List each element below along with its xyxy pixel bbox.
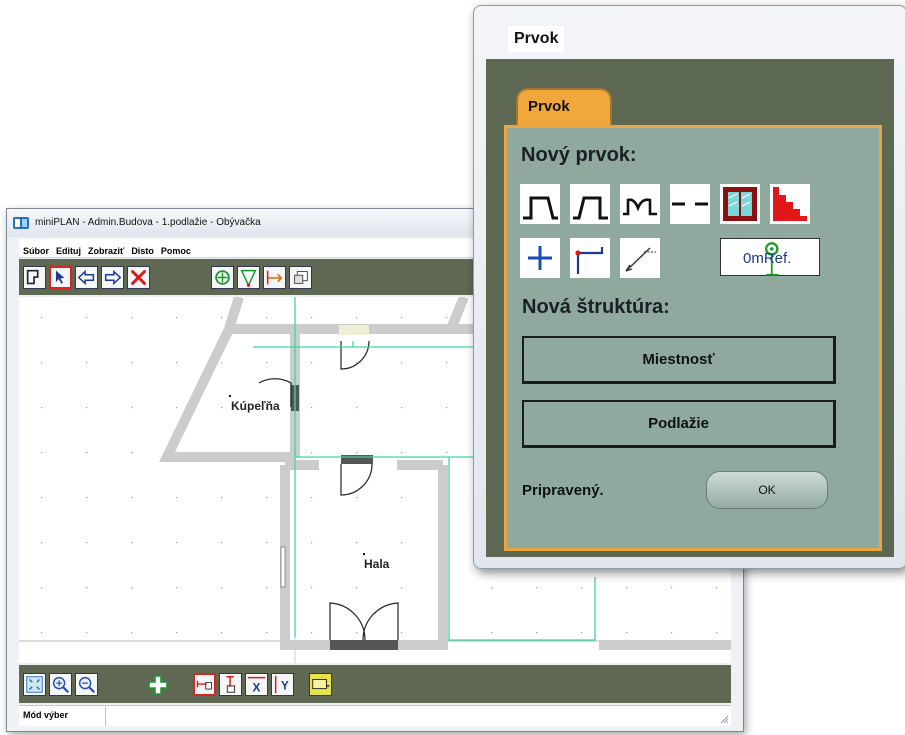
wall-corner-icon	[575, 247, 604, 274]
axis-y-button[interactable]: Y	[271, 673, 294, 696]
dimension-h-button[interactable]	[193, 673, 216, 696]
target-button[interactable]	[211, 266, 234, 289]
target-icon	[215, 270, 230, 285]
properties-button[interactable]	[289, 266, 312, 289]
status-separator	[105, 706, 106, 726]
dialog-title: Prvok	[508, 26, 565, 52]
redo-button[interactable]	[101, 266, 124, 289]
status-text: Mód výber	[23, 710, 69, 720]
axis-y-icon: Y	[274, 675, 289, 694]
app-logo-icon	[13, 217, 29, 229]
stairs-icon	[773, 187, 807, 221]
menu-zobrazit[interactable]: Zobraziť	[88, 242, 124, 260]
ok-button[interactable]: OK	[706, 471, 828, 509]
window-button[interactable]	[720, 184, 760, 224]
axis-x-button[interactable]: X	[245, 673, 268, 696]
triangle-button[interactable]	[237, 266, 260, 289]
tape-measure-icon	[312, 679, 330, 690]
dialog-status: Pripravený.	[522, 482, 604, 499]
window-title: miniPLAN - Admin.Budova - 1.podlažie - O…	[35, 217, 261, 228]
new-element-heading: Nový prvok:	[521, 144, 637, 166]
door-icon	[523, 196, 558, 220]
select-button[interactable]	[49, 266, 72, 289]
bottom-toolbar: X Y	[19, 665, 731, 703]
room-label-kupelna[interactable]: Kúpeľňa	[231, 399, 280, 413]
properties-icon	[294, 271, 308, 284]
triangle-icon	[240, 269, 257, 287]
room-button[interactable]: Miestnosť	[522, 336, 836, 384]
prvok-dialog: Prvok Prvok Nový prvok: 0mRef. Nová štru…	[473, 5, 905, 569]
window-icon	[723, 187, 757, 221]
room-label-hala[interactable]: Hala	[364, 557, 389, 571]
status-bar: Mód výber	[19, 705, 731, 726]
room-marker-kupelna	[229, 395, 231, 397]
new-structure-heading: Nová štruktúra:	[522, 296, 670, 318]
double-door-button[interactable]	[620, 184, 660, 224]
zoom-fit-button[interactable]	[23, 673, 46, 696]
menu-pomoc[interactable]: Pomoc	[161, 242, 191, 260]
arrow-left-icon	[77, 269, 95, 286]
add-icon[interactable]	[147, 674, 169, 696]
measure-icon	[266, 270, 283, 285]
tab-prvok[interactable]: Prvok	[516, 88, 612, 126]
floor-button[interactable]: Podlažie	[522, 400, 836, 448]
menu-disto[interactable]: Disto	[131, 242, 154, 260]
opening-button[interactable]	[670, 184, 710, 224]
measure-button[interactable]	[263, 266, 286, 289]
new-object-icon	[26, 269, 39, 285]
dimension-v-button[interactable]	[219, 673, 242, 696]
zoom-out-button[interactable]	[75, 673, 98, 696]
double-door-icon	[623, 198, 657, 216]
dimension-line-button[interactable]	[620, 238, 660, 278]
stairs-button[interactable]	[770, 184, 810, 224]
tab-panel-prvok: Nový prvok: 0mRef. Nová štruktúra: Miest…	[504, 125, 882, 551]
axis-x-icon: X	[247, 676, 266, 694]
zoom-out-icon	[78, 676, 96, 694]
delete-button[interactable]	[127, 266, 150, 289]
dialog-body: Prvok Nový prvok: 0mRef. Nová štruktúra:…	[486, 59, 894, 557]
axis-y-label: Y	[281, 679, 289, 693]
zoom-fit-icon	[26, 676, 43, 693]
arrow-right-icon	[104, 269, 122, 286]
point-button[interactable]	[520, 238, 560, 278]
menu-subor[interactable]: Súbor	[23, 242, 49, 260]
menu-edituj[interactable]: Edituj	[56, 242, 81, 260]
room-marker-hala	[363, 553, 365, 555]
zoom-in-icon	[52, 676, 70, 694]
reference-button[interactable]: 0mRef.	[720, 238, 820, 276]
dimension-line-icon	[625, 247, 656, 272]
reference-label: 0mRef.	[743, 250, 792, 267]
resize-grip-icon[interactable]	[719, 714, 729, 724]
axis-x-label: X	[253, 680, 261, 694]
select-arrow-icon	[55, 270, 65, 284]
point-icon	[528, 246, 552, 270]
dimension-v-icon	[226, 676, 236, 693]
new-object-button[interactable]	[23, 266, 46, 289]
tab-prvok-label: Prvok	[528, 98, 570, 115]
zoom-in-button[interactable]	[49, 673, 72, 696]
door-alt-icon	[573, 196, 608, 220]
tape-measure-button[interactable]	[309, 673, 332, 696]
wall-corner-button[interactable]	[570, 238, 610, 278]
door-alt-button[interactable]	[570, 184, 610, 224]
delete-x-icon	[131, 270, 146, 285]
opening-icon	[672, 202, 708, 206]
dimension-h-icon	[196, 680, 212, 690]
undo-button[interactable]	[75, 266, 98, 289]
door-button[interactable]	[520, 184, 560, 224]
